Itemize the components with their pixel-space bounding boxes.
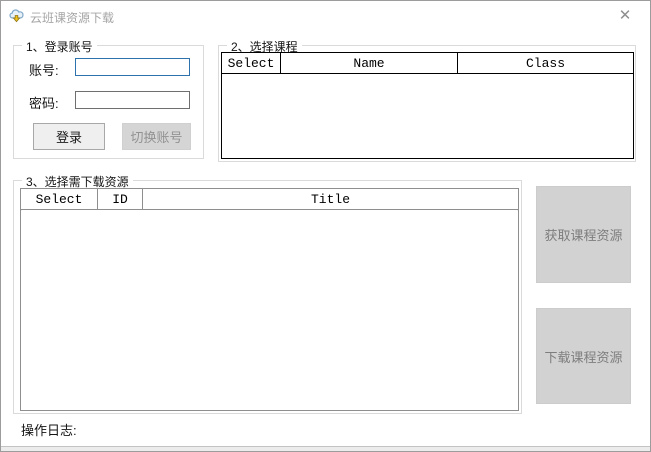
column-header-title[interactable]: Title (143, 189, 518, 209)
window-title: 云班课资源下载 (30, 11, 115, 25)
column-header-select[interactable]: Select (222, 53, 281, 73)
password-label: 密码: (29, 96, 59, 111)
resource-table: Select ID Title (20, 188, 519, 411)
login-group: 1、登录账号 账号: 密码: 登录 切换账号 (13, 38, 204, 159)
account-input[interactable] (75, 58, 190, 76)
resource-table-header: Select ID Title (21, 189, 518, 210)
title-bar[interactable]: 云班课资源下载 ✕ (1, 1, 650, 29)
operation-log-label: 操作日志: (21, 423, 77, 438)
cloud-download-icon (9, 9, 24, 23)
login-button[interactable]: 登录 (33, 123, 105, 150)
window-bottom-edge (1, 446, 650, 451)
switch-account-button[interactable]: 切换账号 (122, 123, 191, 150)
course-table-header: Select Name Class (222, 53, 633, 74)
column-header-class[interactable]: Class (458, 53, 633, 73)
column-header-id[interactable]: ID (98, 189, 143, 209)
resource-group: 3、选择需下载资源 Select ID Title (13, 173, 522, 414)
login-group-title: 1、登录账号 (22, 38, 97, 55)
account-label: 账号: (29, 63, 59, 78)
fetch-course-resources-button[interactable]: 获取课程资源 (536, 186, 631, 283)
course-table: Select Name Class (221, 52, 634, 159)
column-header-name[interactable]: Name (281, 53, 458, 73)
column-header-select[interactable]: Select (21, 189, 98, 209)
password-input[interactable] (75, 91, 190, 109)
download-course-resources-button[interactable]: 下载课程资源 (536, 308, 631, 404)
app-window: 云班课资源下载 ✕ 1、登录账号 账号: 密码: 登录 切换账号 2、选择课程 … (0, 0, 651, 452)
resource-table-body[interactable] (21, 211, 518, 410)
course-group: 2、选择课程 Select Name Class (218, 38, 636, 162)
course-table-body[interactable] (222, 75, 633, 158)
close-button[interactable]: ✕ (608, 5, 642, 26)
